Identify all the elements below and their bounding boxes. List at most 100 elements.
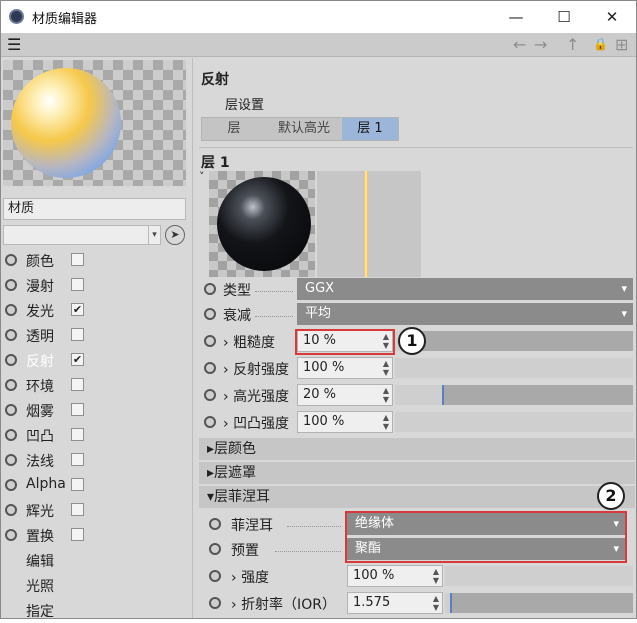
bump-strength-input[interactable]: 100 % ▲ ▼: [297, 411, 393, 433]
channel-checkbox[interactable]: [71, 253, 84, 266]
channel-checkbox[interactable]: [71, 503, 84, 516]
stepper-icon[interactable]: ▲ ▼: [383, 386, 389, 404]
menu-icon[interactable]: ☰: [7, 37, 21, 53]
channel-checkbox[interactable]: [71, 403, 84, 416]
group-layer-color[interactable]: ▸层颜色: [199, 438, 635, 460]
channel-item-reflectance[interactable]: 反射 ✔: [1, 348, 191, 373]
material-preview[interactable]: [3, 60, 186, 186]
channel-checkbox[interactable]: [71, 378, 84, 391]
stepper-icon[interactable]: ▲ ▼: [383, 359, 389, 377]
stepper-icon[interactable]: ▲ ▼: [383, 413, 389, 431]
attenuation-dropdown[interactable]: 平均 ▾: [297, 303, 633, 325]
anim-dot-icon[interactable]: [204, 308, 216, 320]
channel-anim-icon[interactable]: [5, 429, 17, 441]
channel-item-environment[interactable]: 环境: [1, 373, 191, 398]
anim-dot-icon[interactable]: [204, 335, 216, 347]
channel-anim-icon[interactable]: [5, 529, 17, 541]
channel-anim-icon[interactable]: [5, 379, 17, 391]
channel-item-assignment[interactable]: 指定: [1, 598, 191, 623]
channel-anim-icon[interactable]: [5, 504, 17, 516]
anim-dot-icon[interactable]: [204, 389, 216, 401]
channel-item-diffusion[interactable]: 漫射: [1, 273, 191, 298]
channel-checkbox[interactable]: [71, 478, 84, 491]
channel-item-color[interactable]: 颜色: [1, 248, 191, 273]
channel-item-alpha[interactable]: Alpha: [1, 473, 191, 498]
channel-anim-icon[interactable]: [5, 254, 17, 266]
close-button[interactable]: ✕: [597, 5, 627, 29]
channel-anim-icon[interactable]: [5, 479, 17, 491]
tab-layer[interactable]: 层: [202, 118, 266, 140]
stepper-icon[interactable]: ▲ ▼: [433, 567, 439, 585]
channel-checkbox[interactable]: ✔: [71, 303, 84, 316]
anim-dot-icon[interactable]: [209, 518, 221, 530]
channel-item-transparency[interactable]: 透明: [1, 323, 191, 348]
channel-checkbox[interactable]: [71, 528, 84, 541]
maximize-button[interactable]: ☐: [549, 5, 579, 29]
expand-icon[interactable]: ›: [223, 389, 229, 405]
channel-item-bump[interactable]: 凹凸: [1, 423, 191, 448]
layer-tabs: 层 默认高光 层 1: [201, 117, 399, 141]
channel-anim-icon[interactable]: [5, 329, 17, 341]
ior-input[interactable]: 1.575 ▲ ▼: [347, 592, 443, 614]
slider-thumb[interactable]: [441, 385, 444, 405]
tab-default-specular[interactable]: 默认高光: [266, 118, 342, 140]
anim-dot-icon[interactable]: [209, 597, 221, 609]
channel-checkbox[interactable]: [71, 278, 84, 291]
collapse-icon[interactable]: ˅: [199, 170, 205, 183]
channel-item-luminance[interactable]: 发光 ✔: [1, 298, 191, 323]
stepper-icon[interactable]: ▲ ▼: [433, 594, 439, 612]
anim-dot-icon[interactable]: [204, 362, 216, 374]
channel-anim-icon[interactable]: [5, 404, 17, 416]
channel-anim-icon[interactable]: [5, 354, 17, 366]
channel-item-fog[interactable]: 烟雾: [1, 398, 191, 423]
channel-item-illumination[interactable]: 光照: [1, 573, 191, 598]
channel-anim-icon[interactable]: [5, 304, 17, 316]
expand-icon[interactable]: ›: [223, 362, 229, 378]
ior-slider[interactable]: [445, 593, 633, 613]
up-icon[interactable]: ↑: [566, 35, 579, 54]
bump-strength-slider[interactable]: [395, 412, 633, 432]
material-name-field[interactable]: 材质: [3, 198, 186, 220]
roughness-slider[interactable]: [395, 331, 633, 351]
group-layer-fresnel[interactable]: ▾层菲涅耳: [199, 486, 635, 508]
expand-icon[interactable]: ›: [231, 597, 237, 613]
channel-checkbox[interactable]: ✔: [71, 353, 84, 366]
channel-checkbox[interactable]: [71, 328, 84, 341]
channel-label: 光照: [26, 579, 54, 595]
anim-dot-icon[interactable]: [204, 283, 216, 295]
anim-dot-icon[interactable]: [204, 416, 216, 428]
lock-icon[interactable]: 🔒: [593, 37, 608, 51]
group-layer-mask[interactable]: ▸层遮罩: [199, 462, 635, 484]
material-selector[interactable]: ▾: [3, 225, 161, 245]
leader-dots: [255, 290, 293, 292]
back-icon[interactable]: ←: [513, 35, 526, 54]
specular-strength-input[interactable]: 20 % ▲ ▼: [297, 384, 393, 406]
expand-icon[interactable]: ›: [223, 416, 229, 432]
new-view-icon[interactable]: ⊞: [615, 35, 628, 54]
reflection-strength-slider[interactable]: [395, 358, 633, 378]
anim-dot-icon[interactable]: [209, 543, 221, 555]
slider-thumb[interactable]: [449, 593, 452, 613]
minimize-button[interactable]: —: [501, 5, 531, 29]
layer-preview[interactable]: [209, 171, 315, 277]
fresnel-strength-slider[interactable]: [445, 566, 633, 586]
fresnel-strength-input[interactable]: 100 % ▲ ▼: [347, 565, 443, 587]
type-dropdown[interactable]: GGX ▾: [297, 278, 633, 300]
picker-icon[interactable]: ➤: [165, 225, 185, 245]
expand-icon[interactable]: ›: [223, 335, 229, 351]
channel-anim-icon[interactable]: [5, 454, 17, 466]
reflection-strength-input[interactable]: 100 % ▲ ▼: [297, 357, 393, 379]
chevron-down-icon[interactable]: ▾: [148, 226, 160, 244]
channel-checkbox[interactable]: [71, 453, 84, 466]
channel-checkbox[interactable]: [71, 428, 84, 441]
specular-strength-slider[interactable]: [395, 385, 633, 405]
channel-item-displacement[interactable]: 置换: [1, 523, 191, 548]
tab-layer-1[interactable]: 层 1: [342, 118, 398, 140]
forward-icon[interactable]: →: [534, 35, 547, 54]
channel-item-editor[interactable]: 编辑: [1, 548, 191, 573]
expand-icon[interactable]: ›: [231, 570, 237, 586]
channel-item-glow[interactable]: 辉光: [1, 498, 191, 523]
channel-item-normal[interactable]: 法线: [1, 448, 191, 473]
anim-dot-icon[interactable]: [209, 570, 221, 582]
channel-anim-icon[interactable]: [5, 279, 17, 291]
